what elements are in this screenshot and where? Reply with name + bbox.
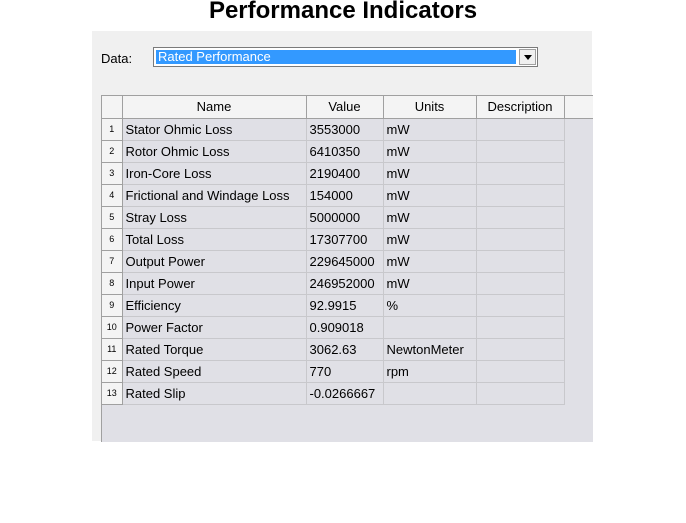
cell-description[interactable] <box>476 184 565 207</box>
cell-name[interactable]: Output Power <box>122 250 307 273</box>
cell-units[interactable]: mW <box>383 140 477 163</box>
cell-name[interactable]: Rated Speed <box>122 360 307 383</box>
cell-value[interactable]: 770 <box>306 360 384 383</box>
cell-value[interactable]: 246952000 <box>306 272 384 295</box>
cell-value[interactable]: 5000000 <box>306 206 384 229</box>
cell-value[interactable]: 3553000 <box>306 118 384 141</box>
row-number: 8 <box>102 272 123 295</box>
header-row: Name Value Units Description <box>102 96 593 119</box>
cell-description[interactable] <box>476 118 565 141</box>
cell-units[interactable]: mW <box>383 118 477 141</box>
table-row[interactable]: 13 Rated Slip -0.0266667 <box>102 382 593 405</box>
cell-description[interactable] <box>476 360 565 383</box>
row-number: 7 <box>102 250 123 273</box>
table-row[interactable]: 4 Frictional and Windage Loss 154000 mW <box>102 184 593 207</box>
table-row[interactable]: 9 Efficiency 92.9915% <box>102 294 593 317</box>
cell-units[interactable]: % <box>383 294 477 317</box>
table-row[interactable]: 7 Output Power 229645000 mW <box>102 250 593 273</box>
cell-units[interactable] <box>383 382 477 405</box>
cell-description[interactable] <box>476 272 565 295</box>
table-row[interactable]: 12 Rated Speed 770 rpm <box>102 360 593 383</box>
table-row[interactable]: 11 Rated Torque 3062.63 NewtonMeter <box>102 338 593 361</box>
cell-description[interactable] <box>476 162 565 185</box>
cell-units[interactable]: NewtonMeter <box>383 338 477 361</box>
cell-units[interactable]: mW <box>383 250 477 273</box>
cell-units[interactable]: mW <box>383 228 477 251</box>
chevron-down-icon <box>523 54 532 60</box>
corner-cell <box>102 96 123 119</box>
cell-description[interactable] <box>476 294 565 317</box>
cell-units[interactable]: mW <box>383 206 477 229</box>
table-row[interactable]: 8 Input Power 246952000 mW <box>102 272 593 295</box>
row-number: 1 <box>102 118 123 141</box>
cell-units[interactable]: rpm <box>383 360 477 383</box>
cell-value[interactable]: 92.9915 <box>306 294 384 317</box>
cell-name[interactable]: Input Power <box>122 272 307 295</box>
data-select[interactable]: Rated Performance <box>153 47 538 67</box>
cell-name[interactable]: Iron-Core Loss <box>122 162 307 185</box>
cell-description[interactable] <box>476 228 565 251</box>
cell-name[interactable]: Total Loss <box>122 228 307 251</box>
table-row[interactable]: 5 Stray Loss 5000000 mW <box>102 206 593 229</box>
table-row[interactable]: 1 Stator Ohmic Loss 3553000 mW <box>102 118 593 141</box>
cell-name[interactable]: Stator Ohmic Loss <box>122 118 307 141</box>
cell-value[interactable]: 154000 <box>306 184 384 207</box>
cell-value[interactable]: 17307700 <box>306 228 384 251</box>
cell-description[interactable] <box>476 206 565 229</box>
cell-description[interactable] <box>476 382 565 405</box>
cell-description[interactable] <box>476 338 565 361</box>
row-number: 2 <box>102 140 123 163</box>
cell-name[interactable]: Rated Slip <box>122 382 307 405</box>
cell-name[interactable]: Rated Torque <box>122 338 307 361</box>
column-header-empty <box>564 96 593 119</box>
row-number: 11 <box>102 338 123 361</box>
table-row[interactable]: 6 Total Loss 17307700 mW <box>102 228 593 251</box>
cell-value[interactable]: -0.0266667 <box>306 382 384 405</box>
data-select-value: Rated Performance <box>156 50 516 64</box>
performance-panel: Data: Rated Performance Name Value Units… <box>92 31 593 442</box>
cell-name[interactable]: Power Factor <box>122 316 307 339</box>
row-number: 6 <box>102 228 123 251</box>
table-row[interactable]: 3 Iron-Core Loss 2190400 mW <box>102 162 593 185</box>
dropdown-button[interactable] <box>519 49 536 65</box>
cell-units[interactable]: mW <box>383 184 477 207</box>
cell-value[interactable]: 3062.63 <box>306 338 384 361</box>
cell-value[interactable]: 0.909018 <box>306 316 384 339</box>
cell-value[interactable]: 6410350 <box>306 140 384 163</box>
cell-description[interactable] <box>476 250 565 273</box>
column-header-units[interactable]: Units <box>383 96 477 119</box>
table-grid: Name Value Units Description 1 Stator Ohm… <box>102 96 593 405</box>
cell-value[interactable]: 2190400 <box>306 162 384 185</box>
cell-name[interactable]: Efficiency <box>122 294 307 317</box>
cell-units[interactable]: mW <box>383 162 477 185</box>
cell-name[interactable]: Stray Loss <box>122 206 307 229</box>
cell-name[interactable]: Frictional and Windage Loss <box>122 184 307 207</box>
row-number: 4 <box>102 184 123 207</box>
table-row[interactable]: 2 Rotor Ohmic Loss 6410350 mW <box>102 140 593 163</box>
cell-units[interactable]: mW <box>383 272 477 295</box>
row-number: 10 <box>102 316 123 339</box>
cell-description[interactable] <box>476 140 565 163</box>
data-label: Data: <box>101 51 133 66</box>
cell-value[interactable]: 229645000 <box>306 250 384 273</box>
table-row[interactable]: 10 Power Factor 0.909018 <box>102 316 593 339</box>
column-header-value[interactable]: Value <box>306 96 384 119</box>
cell-name[interactable]: Rotor Ohmic Loss <box>122 140 307 163</box>
row-number: 3 <box>102 162 123 185</box>
row-number: 5 <box>102 206 123 229</box>
row-number: 12 <box>102 360 123 383</box>
row-number: 9 <box>102 294 123 317</box>
page-title: Performance Indicators <box>208 0 478 24</box>
performance-table[interactable]: Name Value Units Description 1 Stator Ohm… <box>101 95 593 442</box>
cell-description[interactable] <box>476 316 565 339</box>
cell-units[interactable] <box>383 316 477 339</box>
column-header-name[interactable]: Name <box>122 96 307 119</box>
row-number: 13 <box>102 382 123 405</box>
column-header-description[interactable]: Description <box>476 96 565 119</box>
